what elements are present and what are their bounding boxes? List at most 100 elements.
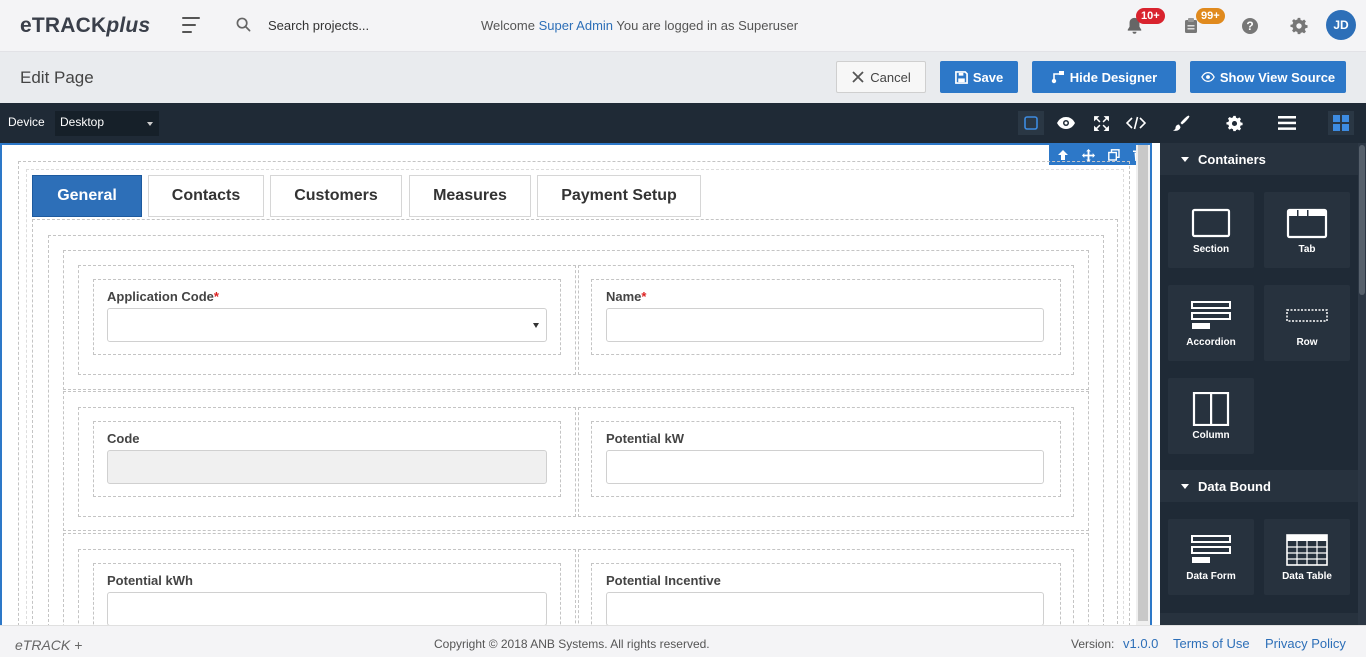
containers-heading[interactable]: Containers xyxy=(1160,143,1358,175)
search-icon xyxy=(236,17,251,37)
privacy-policy-link[interactable]: Privacy Policy xyxy=(1265,636,1346,651)
potential-kwh-input[interactable] xyxy=(107,592,547,625)
tile-data-form-label: Data Form xyxy=(1186,571,1236,582)
data-bound-heading-label: Data Bound xyxy=(1198,478,1271,494)
code-icon[interactable] xyxy=(1123,111,1149,135)
application-code-label: Application Code* xyxy=(107,289,219,304)
tile-tab-label: Tab xyxy=(1298,244,1316,255)
menu-toggle-icon[interactable] xyxy=(182,17,200,33)
name-label: Name* xyxy=(606,289,647,304)
help-icon[interactable]: ? xyxy=(1238,14,1262,38)
tab-customers[interactable]: Customers xyxy=(270,175,402,217)
tile-accordion-label: Accordion xyxy=(1186,337,1236,348)
arrow-up-icon[interactable] xyxy=(1057,149,1069,161)
widgets-heading-partial xyxy=(1160,613,1358,625)
tile-section-label: Section xyxy=(1192,244,1230,255)
design-canvas[interactable]: General Contacts Customers Measures Paym… xyxy=(0,143,1152,625)
code-input xyxy=(107,450,547,484)
cancel-button[interactable]: Cancel xyxy=(836,61,926,93)
menu-lines-icon[interactable] xyxy=(1274,111,1300,135)
canvas-scrollbar[interactable] xyxy=(1136,145,1150,625)
canvas-selection-border xyxy=(1150,145,1152,625)
sidebar-scrollbar[interactable] xyxy=(1358,143,1366,625)
designer-toolbar: Device Desktop xyxy=(0,103,1366,143)
tab-measures[interactable]: Measures xyxy=(409,175,531,217)
tab-customers-label: Customers xyxy=(294,187,378,204)
eye-icon xyxy=(1200,71,1215,83)
user-avatar[interactable]: JD xyxy=(1326,10,1356,40)
hide-designer-label: Hide Designer xyxy=(1069,69,1158,85)
tile-row[interactable]: Row xyxy=(1264,285,1350,361)
device-select-value: Desktop xyxy=(60,115,105,129)
potential-incentive-label: Potential Incentive xyxy=(606,573,721,588)
data-bound-heading[interactable]: Data Bound xyxy=(1160,470,1358,502)
hide-designer-button[interactable]: Hide Designer xyxy=(1032,61,1176,93)
save-button[interactable]: Save xyxy=(940,61,1018,93)
tile-column[interactable]: Column xyxy=(1168,378,1254,454)
brush-icon[interactable] xyxy=(1168,111,1194,135)
brand-main: eTRACK xyxy=(20,14,107,37)
components-sidebar: Containers Section Tab Accordion Row Col… xyxy=(1160,143,1366,625)
svg-text:?: ? xyxy=(1246,19,1253,33)
preview-eye-icon[interactable] xyxy=(1053,111,1079,135)
terms-of-use-link[interactable]: Terms of Use xyxy=(1173,636,1250,651)
copy-icon[interactable] xyxy=(1107,149,1120,161)
section-icon xyxy=(1191,208,1231,238)
welcome-suffix: You are logged in as Superuser xyxy=(616,18,799,33)
tab-icon xyxy=(1286,208,1328,239)
scrollbar-thumb[interactable] xyxy=(1359,145,1365,295)
close-icon xyxy=(852,71,864,83)
name-input[interactable] xyxy=(606,308,1044,342)
caret-down-icon xyxy=(1181,157,1189,162)
welcome-prefix: Welcome xyxy=(481,18,535,33)
notifications-badge: 10+ xyxy=(1136,8,1165,24)
scrollbar-thumb[interactable] xyxy=(1138,145,1148,621)
potential-incentive-input[interactable] xyxy=(606,592,1044,625)
row-icon xyxy=(1286,309,1328,322)
top-navbar: eTRACKplus Search projects... Welcome Su… xyxy=(0,0,1366,52)
tab-general-label: General xyxy=(57,187,117,204)
tile-data-table[interactable]: Data Table xyxy=(1264,519,1350,595)
welcome-message: Welcome Super Admin You are logged in as… xyxy=(481,18,798,33)
page-header: Edit Page Cancel Save Hide Designer Show… xyxy=(0,52,1366,103)
user-name-link[interactable]: Super Admin xyxy=(539,18,613,33)
tile-row-label: Row xyxy=(1296,337,1318,348)
gear-icon[interactable] xyxy=(1221,111,1247,135)
tile-data-form[interactable]: Data Form xyxy=(1168,519,1254,595)
tab-contacts[interactable]: Contacts xyxy=(148,175,264,217)
tasks-badge: 99+ xyxy=(1196,8,1225,24)
device-select[interactable]: Desktop xyxy=(55,111,159,136)
select-square-icon[interactable] xyxy=(1018,111,1044,135)
tile-section[interactable]: Section xyxy=(1168,192,1254,268)
show-view-source-button[interactable]: Show View Source xyxy=(1190,61,1346,93)
move-icon[interactable] xyxy=(1082,148,1096,162)
settings-gear-icon[interactable] xyxy=(1287,14,1311,38)
version-label: Version: xyxy=(1071,637,1115,651)
grid-blocks-icon[interactable] xyxy=(1328,111,1354,135)
version-link[interactable]: v1.0.0 xyxy=(1123,636,1158,651)
accordion-icon xyxy=(1191,301,1231,329)
tile-tab[interactable]: Tab xyxy=(1264,192,1350,268)
tab-measures-label: Measures xyxy=(433,187,507,204)
column-icon xyxy=(1192,392,1230,426)
potential-kw-label: Potential kW xyxy=(606,431,685,446)
brand-suffix: plus xyxy=(106,14,151,37)
data-table-icon xyxy=(1286,534,1328,566)
chevron-down-icon xyxy=(147,122,153,126)
application-code-select[interactable] xyxy=(107,308,547,342)
tab-payment-setup[interactable]: Payment Setup xyxy=(537,175,701,217)
tab-general[interactable]: General xyxy=(32,175,142,217)
caret-down-icon xyxy=(1181,484,1189,489)
data-form-icon xyxy=(1191,535,1231,563)
tab-contacts-label: Contacts xyxy=(171,187,241,204)
dropdown-caret-icon xyxy=(533,323,539,328)
search-input[interactable]: Search projects... xyxy=(268,18,448,33)
cancel-button-label: Cancel xyxy=(870,69,911,85)
tile-accordion[interactable]: Accordion xyxy=(1168,285,1254,361)
page-footer: eTRACK + Copyright © 2018 ANB Systems. A… xyxy=(0,625,1366,657)
tab-payment-setup-label: Payment Setup xyxy=(561,187,677,204)
potential-kw-input[interactable] xyxy=(606,450,1044,484)
fullscreen-icon[interactable] xyxy=(1088,111,1114,135)
app-logo[interactable]: eTRACKplus xyxy=(20,14,150,38)
tile-data-table-label: Data Table xyxy=(1282,571,1332,582)
